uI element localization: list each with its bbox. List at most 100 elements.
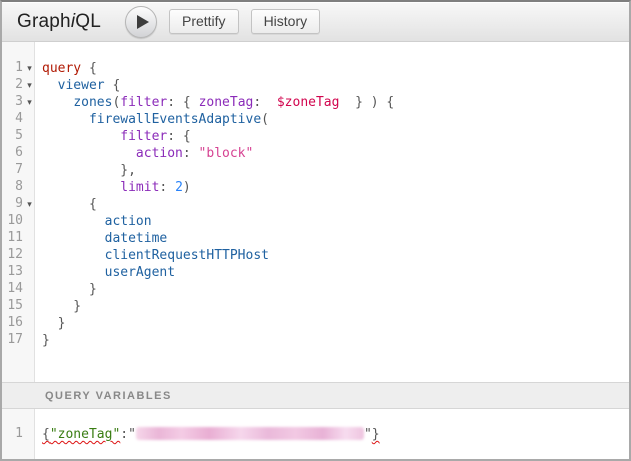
code-line: 15 } <box>2 298 629 315</box>
syntax-token <box>42 248 105 263</box>
query-variables-header[interactable]: QUERY VARIABLES <box>2 382 629 409</box>
syntax-token: { <box>42 197 97 212</box>
syntax-token: "zoneTag" <box>50 427 120 442</box>
line-number: 9 <box>2 196 23 213</box>
line-number: 3 <box>2 94 23 111</box>
code-text: action: "block" <box>36 145 253 162</box>
query-variables-title: QUERY VARIABLES <box>45 390 172 402</box>
fold-arrow-icon[interactable]: ▾ <box>23 60 36 77</box>
code-text: } <box>36 281 97 298</box>
logo-text: Graph <box>17 11 71 32</box>
line-number: 2 <box>2 77 23 94</box>
syntax-token <box>42 95 73 110</box>
line-number: 5 <box>2 128 23 145</box>
line-number: 6 <box>2 145 23 162</box>
fold-gutter-spacer <box>23 332 36 349</box>
code-line: 7 }, <box>2 162 629 179</box>
code-line: 14 } <box>2 281 629 298</box>
syntax-token <box>42 180 120 195</box>
code-line: 10 action <box>2 213 629 230</box>
line-number: 16 <box>2 315 23 332</box>
syntax-token: ( <box>261 112 269 127</box>
logo-text: QL <box>75 11 101 32</box>
code-text: } <box>36 332 50 349</box>
line-number: 17 <box>2 332 23 349</box>
syntax-token: { <box>105 78 121 93</box>
code-text: action <box>36 213 152 230</box>
syntax-token: ) <box>183 180 191 195</box>
query-editor[interactable]: 1▾query {2▾ viewer {3▾ zones(filter: { z… <box>2 42 629 382</box>
syntax-token: } <box>42 316 65 331</box>
code-text: userAgent <box>36 264 175 281</box>
fold-gutter-spacer <box>23 247 36 264</box>
syntax-token <box>42 146 136 161</box>
prettify-button[interactable]: Prettify <box>169 9 239 34</box>
syntax-token: viewer <box>58 78 105 93</box>
syntax-token: "block" <box>199 146 254 161</box>
fold-gutter-spacer <box>23 179 36 196</box>
code-text: clientRequestHTTPHost <box>36 247 269 264</box>
code-text: }, <box>36 162 136 179</box>
history-button[interactable]: History <box>251 9 321 34</box>
syntax-token: } <box>42 299 81 314</box>
syntax-token: datetime <box>105 231 168 246</box>
code-text: datetime <box>36 230 167 247</box>
syntax-token: clientRequestHTTPHost <box>105 248 269 263</box>
line-number: 8 <box>2 179 23 196</box>
line-number: 13 <box>2 264 23 281</box>
code-text: } <box>36 298 81 315</box>
play-icon <box>137 15 149 29</box>
code-text: zones(filter: { zoneTag: $zoneTag } ) { <box>36 94 394 111</box>
line-number: 15 <box>2 298 23 315</box>
fold-gutter-spacer <box>23 128 36 145</box>
syntax-token: " <box>364 427 372 442</box>
syntax-token: } <box>372 427 380 442</box>
fold-arrow-icon[interactable]: ▾ <box>23 77 36 94</box>
syntax-token: action <box>105 214 152 229</box>
code-text: firewallEventsAdaptive( <box>36 111 269 128</box>
fold-arrow-icon[interactable]: ▾ <box>23 196 36 213</box>
execute-query-button[interactable] <box>125 6 157 38</box>
fold-arrow-icon[interactable]: ▾ <box>23 94 36 111</box>
fold-gutter-spacer <box>23 315 36 332</box>
code-text: } <box>36 315 65 332</box>
code-line: 17} <box>2 332 629 349</box>
code-line: 16 } <box>2 315 629 332</box>
fold-gutter-spacer <box>23 298 36 315</box>
variables-code-lines: 1{"zoneTag":""} <box>2 409 629 443</box>
code-line: 4 firewallEventsAdaptive( <box>2 111 629 128</box>
graphiql-window: GraphiQL Prettify History 1▾query {2▾ vi… <box>0 0 631 461</box>
syntax-token: : <box>159 180 175 195</box>
fold-gutter-spacer <box>23 162 36 179</box>
fold-gutter-spacer <box>23 281 36 298</box>
code-text: filter: { <box>36 128 191 145</box>
query-variables-editor[interactable]: 1{"zoneTag":""} <box>2 409 629 459</box>
code-line: 2▾ viewer { <box>2 77 629 94</box>
fold-gutter-spacer <box>23 264 36 281</box>
fold-gutter-spacer <box>23 111 36 128</box>
query-code-lines: 1▾query {2▾ viewer {3▾ zones(filter: { z… <box>2 42 629 349</box>
toolbar: GraphiQL Prettify History <box>2 2 629 42</box>
syntax-token <box>42 214 105 229</box>
line-number: 14 <box>2 281 23 298</box>
code-line: 12 clientRequestHTTPHost <box>2 247 629 264</box>
syntax-token: } <box>42 282 97 297</box>
line-number: 12 <box>2 247 23 264</box>
syntax-token: limit <box>120 180 159 195</box>
syntax-token: : <box>183 146 199 161</box>
code-line: 9▾ { <box>2 196 629 213</box>
syntax-token: zones <box>73 95 112 110</box>
code-text: viewer { <box>36 77 120 94</box>
line-number: 4 <box>2 111 23 128</box>
syntax-token <box>42 265 105 280</box>
fold-gutter-spacer <box>23 213 36 230</box>
code-line: 3▾ zones(filter: { zoneTag: $zoneTag } )… <box>2 94 629 111</box>
code-text: limit: 2) <box>36 179 191 196</box>
syntax-token: " <box>128 427 136 442</box>
syntax-token: : <box>253 95 276 110</box>
code-text: {"zoneTag":""} <box>36 426 380 443</box>
redacted-zone-tag-value <box>136 427 364 440</box>
syntax-token: { <box>42 427 50 442</box>
fold-gutter-spacer <box>23 230 36 247</box>
line-number: 10 <box>2 213 23 230</box>
